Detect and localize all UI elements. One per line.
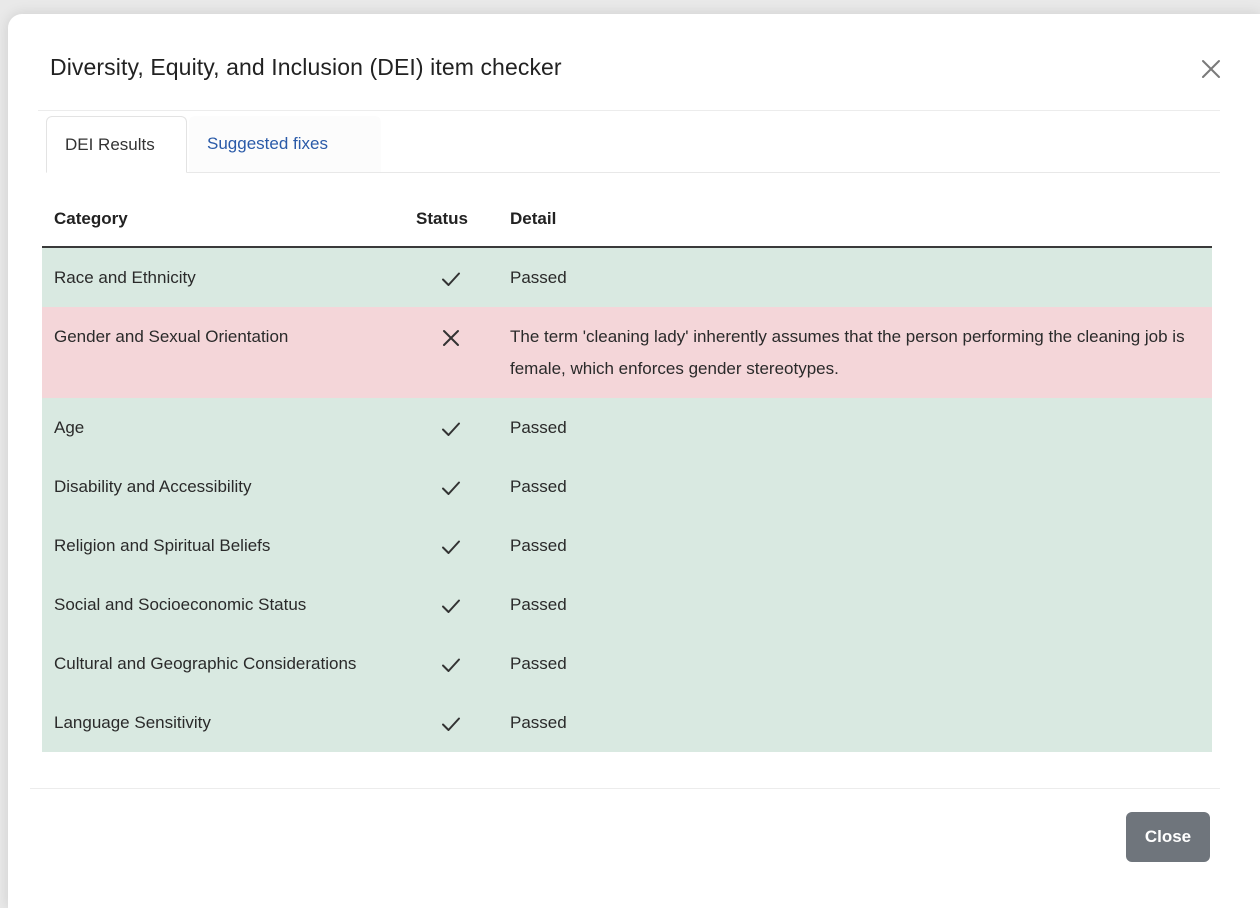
category-cell: Cultural and Geographic Considerations <box>42 634 404 693</box>
detail-cell: The term 'cleaning lady' inherently assu… <box>498 307 1212 398</box>
table-row: Social and Socioeconomic Status Passed <box>42 575 1212 634</box>
footer-divider <box>30 788 1220 789</box>
header-detail: Detail <box>498 192 1212 248</box>
status-cell <box>404 307 498 398</box>
category-cell: Gender and Sexual Orientation <box>42 307 404 398</box>
dialog-title: Diversity, Equity, and Inclusion (DEI) i… <box>50 54 562 80</box>
category-cell: Religion and Spiritual Beliefs <box>42 516 404 575</box>
x-icon <box>440 327 462 346</box>
table-row: Language Sensitivity Passed <box>42 693 1212 752</box>
header-category: Category <box>42 192 404 248</box>
category-cell: Disability and Accessibility <box>42 457 404 516</box>
check-icon <box>440 536 462 555</box>
table-row: Disability and Accessibility Passed <box>42 457 1212 516</box>
status-cell <box>404 247 498 307</box>
dei-results-table: Category Status Detail Race and Ethnicit… <box>42 192 1212 752</box>
table-body: Race and Ethnicity Passed Gender and Sexua… <box>42 247 1212 752</box>
close-button[interactable]: Close <box>1126 812 1210 862</box>
results-table-container: Category Status Detail Race and Ethnicit… <box>42 192 1212 752</box>
detail-cell: Passed <box>498 516 1212 575</box>
status-cell <box>404 516 498 575</box>
header-status: Status <box>404 192 498 248</box>
detail-cell: Passed <box>498 247 1212 307</box>
detail-cell: Passed <box>498 457 1212 516</box>
table-header-row: Category Status Detail <box>42 192 1212 248</box>
detail-cell: Passed <box>498 693 1212 752</box>
check-icon <box>440 595 462 614</box>
status-cell <box>404 634 498 693</box>
table-row: Race and Ethnicity Passed <box>42 247 1212 307</box>
status-cell <box>404 693 498 752</box>
table-row: Gender and Sexual Orientation The term 'c… <box>42 307 1212 398</box>
dialog-header: Diversity, Equity, and Inclusion (DEI) i… <box>38 14 1220 111</box>
category-cell: Social and Socioeconomic Status <box>42 575 404 634</box>
category-cell: Age <box>42 398 404 457</box>
category-cell: Language Sensitivity <box>42 693 404 752</box>
detail-cell: Passed <box>498 575 1212 634</box>
check-icon <box>440 477 462 496</box>
status-cell <box>404 398 498 457</box>
check-icon <box>440 654 462 673</box>
detail-cell: Passed <box>498 634 1212 693</box>
tab-bar: DEI Results Suggested fixes <box>46 116 1220 173</box>
table-row: Cultural and Geographic Considerations Pa… <box>42 634 1212 693</box>
check-icon <box>440 713 462 732</box>
status-cell <box>404 457 498 516</box>
category-cell: Race and Ethnicity <box>42 247 404 307</box>
detail-cell: Passed <box>498 398 1212 457</box>
tab-dei-results[interactable]: DEI Results <box>46 116 187 173</box>
table-row: Religion and Spiritual Beliefs Passed <box>42 516 1212 575</box>
check-icon <box>440 418 462 437</box>
tab-suggested-fixes[interactable]: Suggested fixes <box>189 116 381 172</box>
check-icon <box>440 268 462 287</box>
table-row: Age Passed <box>42 398 1212 457</box>
close-icon[interactable] <box>1196 54 1226 84</box>
status-cell <box>404 575 498 634</box>
